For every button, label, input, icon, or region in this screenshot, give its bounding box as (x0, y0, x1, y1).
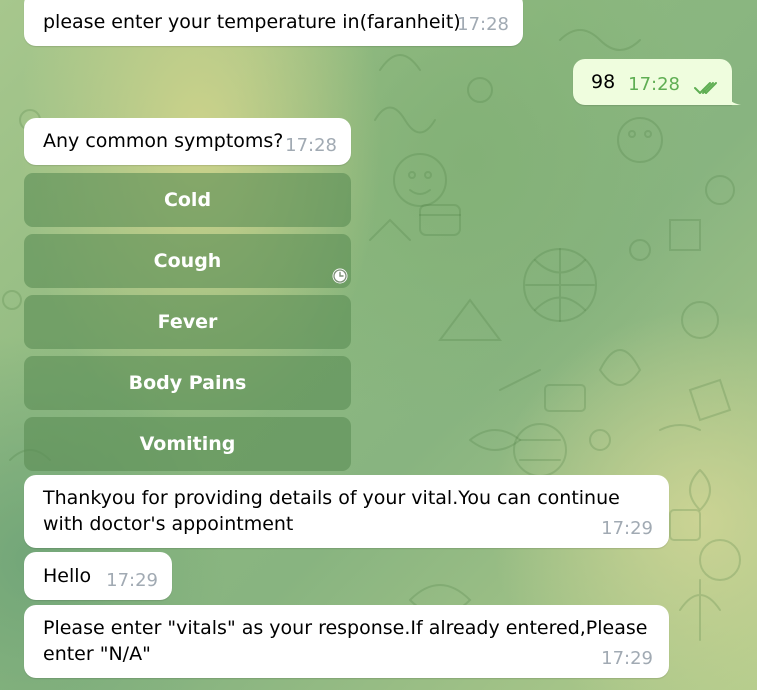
message-text: Please enter "vitals" as your response.I… (43, 617, 648, 665)
message-incoming-hello: Hello 17:29 (24, 552, 172, 600)
message-incoming-thankyou: Thankyou for providing details of your v… (24, 475, 669, 548)
double-check-icon (694, 82, 717, 94)
message-incoming-symptoms: Any common symptoms? 17:28 (24, 118, 351, 165)
message-outgoing-98: 98 17:28 (573, 59, 741, 105)
keyboard-button-fever[interactable]: Fever (24, 295, 351, 349)
message-text: Any common symptoms? (43, 130, 284, 152)
message-time: 17:29 (106, 570, 158, 591)
bubble-tail (727, 91, 741, 105)
message-text: Hello (43, 565, 92, 587)
message-time: 17:28 (457, 14, 509, 35)
message-incoming-vitals-prompt: Please enter "vitals" as your response.I… (24, 605, 669, 678)
message-time: 17:29 (601, 648, 653, 669)
clock-icon (332, 268, 348, 284)
message-time: 17:28 (628, 74, 680, 95)
message-time: 17:29 (601, 518, 653, 539)
message-time: 17:28 (285, 135, 337, 156)
message-incoming-temperature: please enter your temperature in(faranhe… (24, 0, 523, 46)
keyboard-button-cold[interactable]: Cold (24, 173, 351, 227)
message-text: 98 (591, 71, 616, 93)
keyboard-button-vomiting[interactable]: Vomiting (24, 417, 351, 471)
keyboard-button-cough[interactable]: Cough (24, 234, 351, 288)
keyboard-button-body-pains[interactable]: Body Pains (24, 356, 351, 410)
message-text: Thankyou for providing details of your v… (43, 487, 620, 535)
message-text: please enter your temperature in(faranhe… (43, 11, 461, 33)
